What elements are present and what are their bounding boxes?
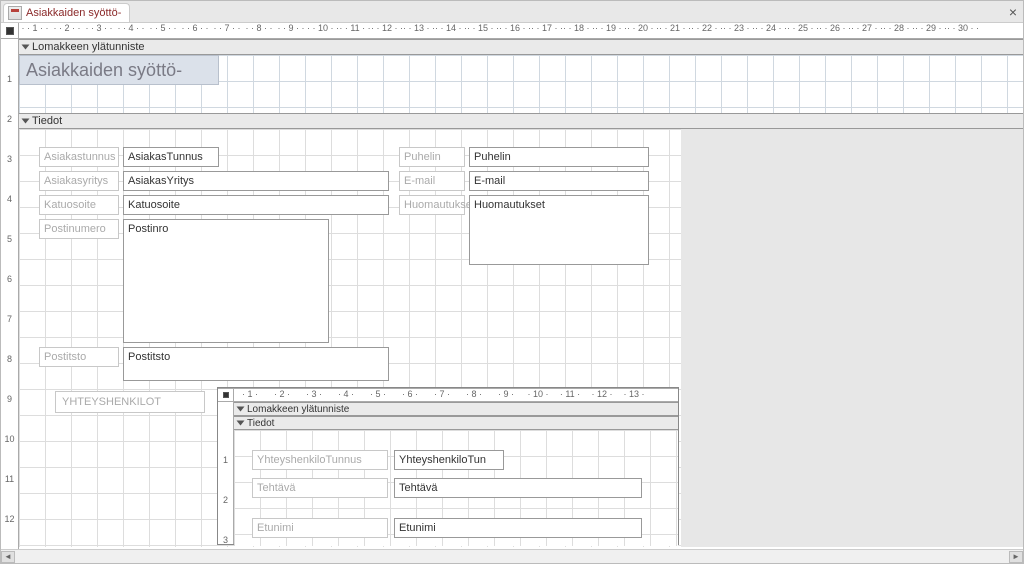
selector-square-icon [6,27,14,35]
subform-ruler-vertical: 123 [218,402,234,544]
horizontal-scrollbar[interactable]: ◄ ► [1,549,1023,563]
ruler-marks: · · 1 · ·· · 2 · ·· · 3 · ·· · 4 · ·· · … [19,23,1023,38]
form-header-area[interactable]: Asiakkaiden syöttö- [19,55,1023,113]
form-title-text: Asiakkaiden syöttö- [26,60,182,80]
expand-icon [237,421,245,426]
sub-field-tehtava[interactable]: Tehtävä [394,478,642,498]
sub-label-yhteyshenkilotunnus[interactable]: YhteyshenkiloTunnus [252,450,388,470]
sub-field-etunimi[interactable]: Etunimi [394,518,642,538]
field-huomautukset[interactable]: Huomautukset [469,195,649,265]
field-postinro[interactable]: Postinro [123,219,329,343]
form-design-surface[interactable]: Lomakkeen ylätunniste Asiakkaiden syöttö… [19,39,1023,549]
section-bar-detail[interactable]: Tiedot [19,113,1023,129]
label-postitsto[interactable]: Postitsto [39,347,119,367]
selector-square-icon [223,392,229,398]
scroll-left-button[interactable]: ◄ [1,551,15,563]
form-selector[interactable] [1,23,19,39]
form-title-label[interactable]: Asiakkaiden syöttö- [19,55,219,85]
section-bar-form-header[interactable]: Lomakkeen ylätunniste [19,39,1023,55]
tab-title: Asiakkaiden syöttö- [26,7,121,19]
sub-label-tehtava[interactable]: Tehtävä [252,478,388,498]
subform-yhteyshenkilot[interactable]: · 1 ·· 2 ·· 3 ·· 4 ·· 5 ·· 6 ·· 7 ·· 8 ·… [217,387,679,545]
label-email[interactable]: E-mail [399,171,465,191]
subform-ruler-marks: · 1 ·· 2 ·· 3 ·· 4 ·· 5 ·· 6 ·· 7 ·· 8 ·… [234,389,678,401]
form-icon [8,6,22,20]
label-huomautukset[interactable]: Huomautukset [399,195,465,215]
expand-icon [237,407,245,412]
field-asiakastunnus[interactable]: AsiakasTunnus [123,147,219,167]
label-asiakastunnus[interactable]: Asiakastunnus [39,147,119,167]
label-yhteyshenkilot[interactable]: YHTEYSHENKILOT [55,391,205,413]
section-label: Tiedot [32,115,62,127]
field-puhelin[interactable]: Puhelin [469,147,649,167]
field-postitsto[interactable]: Postitsto [123,347,389,381]
tab-asiakkaiden-syotto[interactable]: Asiakkaiden syöttö- [3,3,130,22]
close-icon[interactable]: × [1009,4,1017,20]
sub-field-yhteyshenkilotunnus[interactable]: YhteyshenkiloTun [394,450,504,470]
subform-selector[interactable] [218,388,234,402]
ruler-vertical: 12345678910111213 [1,39,19,549]
design-canvas: 12345678910111213 Lomakkeen ylätunniste … [1,39,1023,549]
label-asiakasyritys[interactable]: Asiakasyritys [39,171,119,191]
detail-area[interactable]: Asiakastunnus AsiakasTunnus Asiakasyrity… [19,129,1023,547]
field-katuosoite[interactable]: Katuosoite [123,195,389,215]
document-tabs: Asiakkaiden syöttö- × [1,1,1023,23]
subform-section-bar-header[interactable]: Lomakkeen ylätunniste [234,402,678,416]
expand-icon [22,45,30,50]
section-label: Lomakkeen ylätunniste [32,41,145,53]
form-design-window: Asiakkaiden syöttö- × · · 1 · ·· · 2 · ·… [0,0,1024,564]
expand-icon [22,119,30,124]
label-postinumero[interactable]: Postinumero [39,219,119,239]
field-email[interactable]: E-mail [469,171,649,191]
subform-detail-area[interactable]: YhteyshenkiloTunnus YhteyshenkiloTun Teh… [234,430,678,546]
scroll-right-button[interactable]: ► [1009,551,1023,563]
subform-ruler-horizontal: · 1 ·· 2 ·· 3 ·· 4 ·· 5 ·· 6 ·· 7 ·· 8 ·… [218,388,678,402]
label-puhelin[interactable]: Puhelin [399,147,465,167]
sub-label-etunimi[interactable]: Etunimi [252,518,388,538]
ruler-horizontal: · · 1 · ·· · 2 · ·· · 3 · ·· · 4 · ·· · … [1,23,1023,39]
out-of-form-area [681,129,1023,547]
label-katuosoite[interactable]: Katuosoite [39,195,119,215]
field-asiakasyritys[interactable]: AsiakasYritys [123,171,389,191]
section-label: Tiedot [247,418,274,429]
section-label: Lomakkeen ylätunniste [247,404,349,415]
subform-section-bar-detail[interactable]: Tiedot [234,416,678,430]
